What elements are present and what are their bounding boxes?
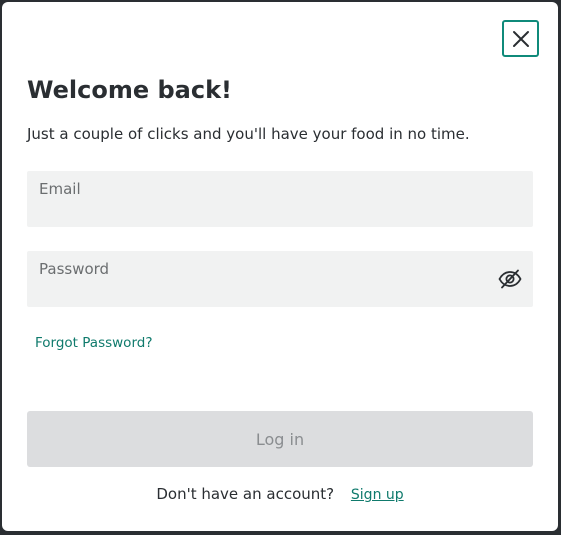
modal-title: Welcome back! <box>27 76 232 104</box>
forgot-password-link[interactable]: Forgot Password? <box>35 335 153 351</box>
login-modal: Welcome back! Just a couple of clicks an… <box>2 2 558 531</box>
toggle-password-visibility-button[interactable] <box>497 267 523 291</box>
close-icon <box>512 30 529 47</box>
signup-prompt: Don't have an account? Sign up <box>2 485 558 503</box>
close-button[interactable] <box>502 20 539 57</box>
password-input[interactable] <box>27 251 533 307</box>
eye-slash-icon <box>498 269 522 289</box>
signup-link[interactable]: Sign up <box>351 487 404 503</box>
email-input[interactable] <box>27 171 533 227</box>
password-field-container: Password <box>27 251 533 307</box>
signup-prompt-text: Don't have an account? <box>156 485 335 503</box>
modal-subtitle: Just a couple of clicks and you'll have … <box>27 125 470 143</box>
email-field-container: Email <box>27 171 533 227</box>
login-button[interactable]: Log in <box>27 411 533 467</box>
